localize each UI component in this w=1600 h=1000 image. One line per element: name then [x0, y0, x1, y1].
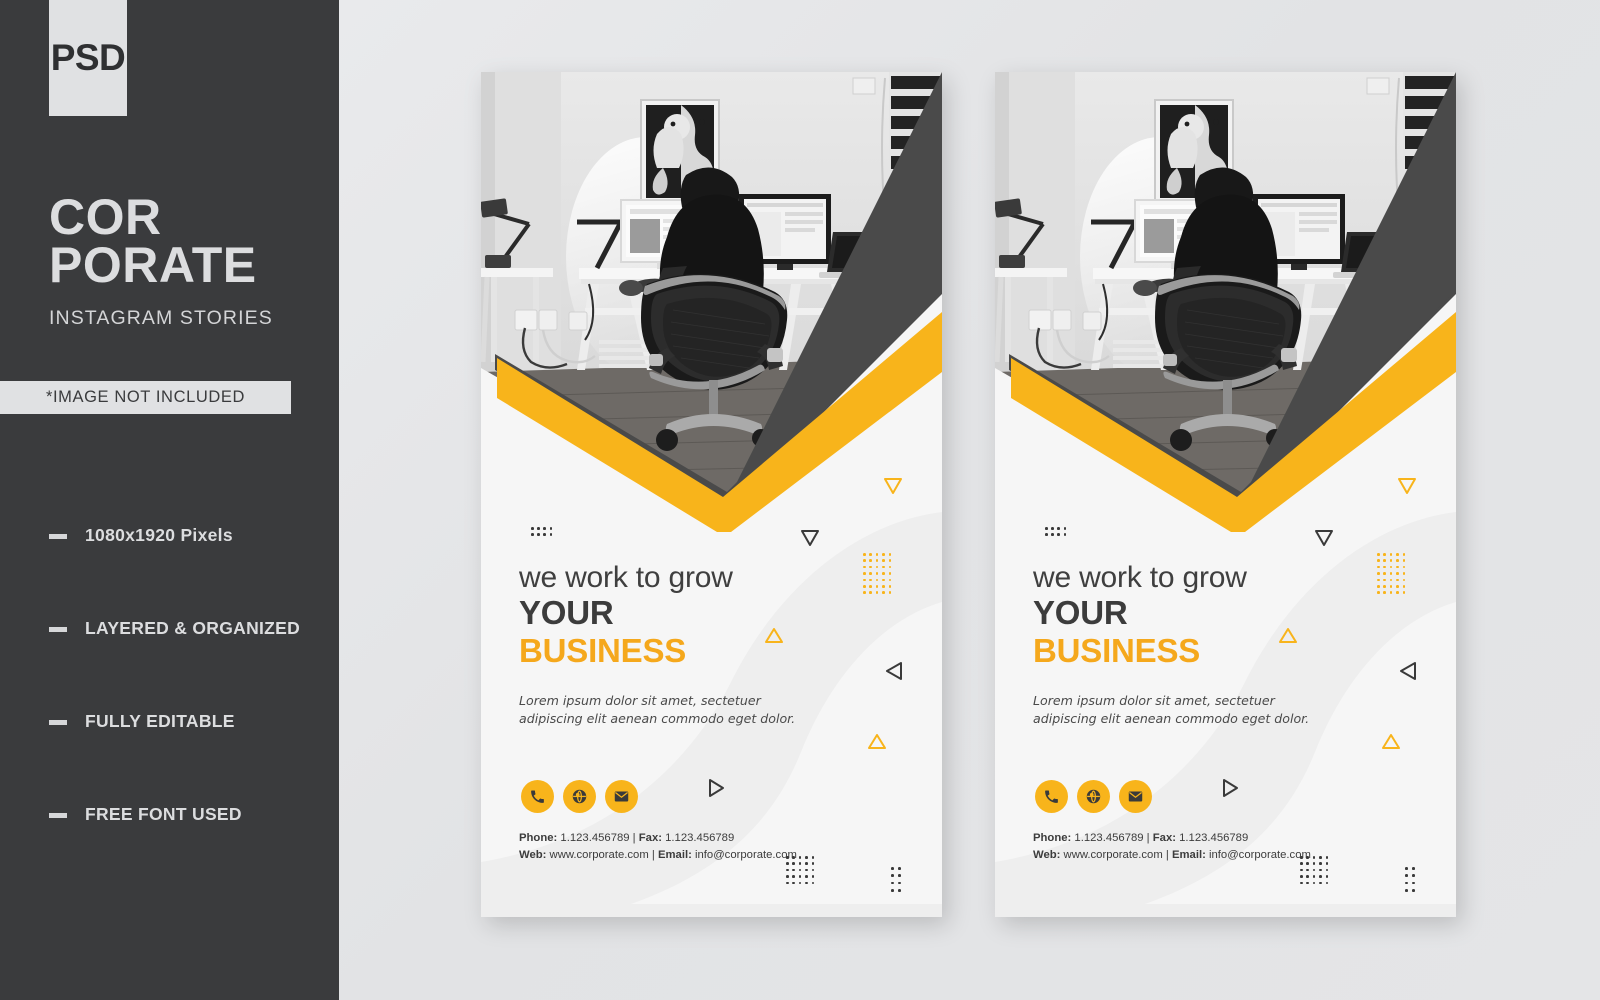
web-label: Web: [519, 849, 547, 862]
fax-value: 1.123.456789 [662, 832, 735, 844]
dot-grid-dark-icon [786, 856, 818, 888]
email-icon-button[interactable] [1119, 780, 1152, 813]
dot-grid-yellow-icon [1377, 553, 1409, 598]
email-icon [1128, 791, 1143, 802]
triangle-down-dark-icon [1315, 530, 1333, 546]
list-item: FULLY EDITABLE [49, 698, 329, 746]
feature-list: 1080x1920 Pixels LAYERED & ORGANIZED FUL… [49, 512, 329, 884]
feature-label: 1080x1920 Pixels [85, 525, 233, 546]
lede-paragraph: Lorem ipsum dolor sit amet, sectetuer ad… [1033, 693, 1310, 727]
headline-line-1: we work to grow [1033, 561, 1247, 594]
email-value: info@corporate.com [1205, 849, 1311, 862]
brand-line-2: PORATE [49, 237, 257, 293]
page-title: we work to grow YOUR BUSINESS [519, 561, 849, 670]
preview-canvas: we work to grow YOUR BUSINESS Lorem ipsu… [339, 0, 1600, 1000]
fax-label: Fax: [638, 832, 662, 844]
triangle-down-yellow-icon [1398, 478, 1416, 494]
poster-content: we work to grow YOUR BUSINESS Lorem ipsu… [995, 72, 1456, 917]
poster-mockup-1[interactable]: we work to grow YOUR BUSINESS Lorem ipsu… [481, 72, 942, 917]
feature-label: FREE FONT USED [85, 804, 242, 825]
feature-label: FULLY EDITABLE [85, 711, 235, 732]
phone-value: 1.123.456789 | [557, 832, 639, 844]
social-contact-icons [521, 780, 638, 813]
headline-line-3: BUSINESS [1033, 632, 1201, 670]
email-label: Email: [1171, 849, 1206, 862]
social-contact-icons [1035, 780, 1152, 813]
phone-icon [531, 790, 544, 803]
web-value: www.corporate.com | [1060, 849, 1172, 862]
email-icon-button[interactable] [605, 780, 638, 813]
dot-grid-small-top-icon [531, 527, 556, 539]
triangle-left-dark-icon [886, 662, 902, 680]
dash-bullet-icon [49, 626, 67, 632]
sidebar-panel: PSD COR PORATE INSTAGRAM STORIES *IMAGE … [0, 0, 339, 1000]
phone-icon-button[interactable] [1035, 780, 1068, 813]
list-item: FREE FONT USED [49, 791, 329, 839]
contact-line-web: Web: www.corporate.com | Email: info@cor… [1033, 847, 1393, 864]
triangle-left-dark-icon [1400, 662, 1416, 680]
triangle-down-yellow-icon [884, 478, 902, 494]
screenshot-root: PSD COR PORATE INSTAGRAM STORIES *IMAGE … [0, 0, 1600, 1000]
triangle-up-yellow-icon [868, 734, 886, 749]
headline-line-2: YOUR [519, 594, 614, 632]
email-value: info@corporate.com [691, 849, 797, 862]
headline-line-2: YOUR [1033, 594, 1128, 632]
dot-grid-small-top-icon [1045, 527, 1070, 539]
globe-icon [1086, 789, 1101, 804]
email-icon [614, 791, 629, 802]
phone-icon-button[interactable] [521, 780, 554, 813]
web-value: www.corporate.com | [546, 849, 658, 862]
dot-grid-dark-small-icon [891, 867, 906, 897]
list-item: 1080x1920 Pixels [49, 512, 329, 560]
headline-line-1: we work to grow [519, 561, 733, 594]
triangle-play-right-dark-icon [709, 779, 724, 797]
phone-icon [1045, 790, 1058, 803]
brand-line-1: COR [49, 189, 162, 245]
headline-line-3: BUSINESS [519, 632, 687, 670]
triangle-down-dark-icon [801, 530, 819, 546]
poster-mockup-2[interactable]: we work to grow YOUR BUSINESS Lorem ipsu… [995, 72, 1456, 917]
image-not-included-banner: *IMAGE NOT INCLUDED [0, 381, 291, 414]
phone-value: 1.123.456789 | [1071, 832, 1153, 844]
dash-bullet-icon [49, 719, 67, 725]
page-title: we work to grow YOUR BUSINESS [1033, 561, 1363, 670]
contact-line-phone: Phone: 1.123.456789 | Fax: 1.123.456789 [1033, 830, 1393, 847]
lede-paragraph: Lorem ipsum dolor sit amet, sectetuer ad… [519, 693, 796, 727]
dash-bullet-icon [49, 812, 67, 818]
list-item: LAYERED & ORGANIZED [49, 605, 329, 653]
dot-grid-dark-icon [1300, 856, 1332, 888]
email-label: Email: [657, 849, 692, 862]
contact-line-web: Web: www.corporate.com | Email: info@cor… [519, 847, 879, 864]
feature-label: LAYERED & ORGANIZED [85, 618, 301, 639]
phone-label: Phone: [1033, 832, 1072, 844]
globe-icon-button[interactable] [1077, 780, 1110, 813]
phone-label: Phone: [519, 832, 558, 844]
dot-grid-dark-small-icon [1405, 867, 1420, 897]
brand-block: COR PORATE INSTAGRAM STORIES [49, 189, 329, 330]
contact-details: Phone: 1.123.456789 | Fax: 1.123.456789 … [519, 830, 879, 864]
poster-content: we work to grow YOUR BUSINESS Lorem ipsu… [481, 72, 942, 917]
brand-subtitle: INSTAGRAM STORIES [49, 307, 273, 329]
triangle-up-yellow-icon [1382, 734, 1400, 749]
globe-icon-button[interactable] [563, 780, 596, 813]
contact-line-phone: Phone: 1.123.456789 | Fax: 1.123.456789 [519, 830, 879, 847]
image-not-included-label: *IMAGE NOT INCLUDED [45, 388, 246, 406]
psd-badge-label: PSD [50, 37, 126, 78]
psd-badge: PSD [49, 0, 127, 116]
triangle-play-right-dark-icon [1223, 779, 1238, 797]
fax-label: Fax: [1152, 832, 1176, 844]
web-label: Web: [1033, 849, 1061, 862]
fax-value: 1.123.456789 [1176, 832, 1249, 844]
dash-bullet-icon [49, 533, 67, 539]
globe-icon [572, 789, 587, 804]
dot-grid-yellow-icon [863, 553, 895, 598]
contact-details: Phone: 1.123.456789 | Fax: 1.123.456789 … [1033, 830, 1393, 864]
